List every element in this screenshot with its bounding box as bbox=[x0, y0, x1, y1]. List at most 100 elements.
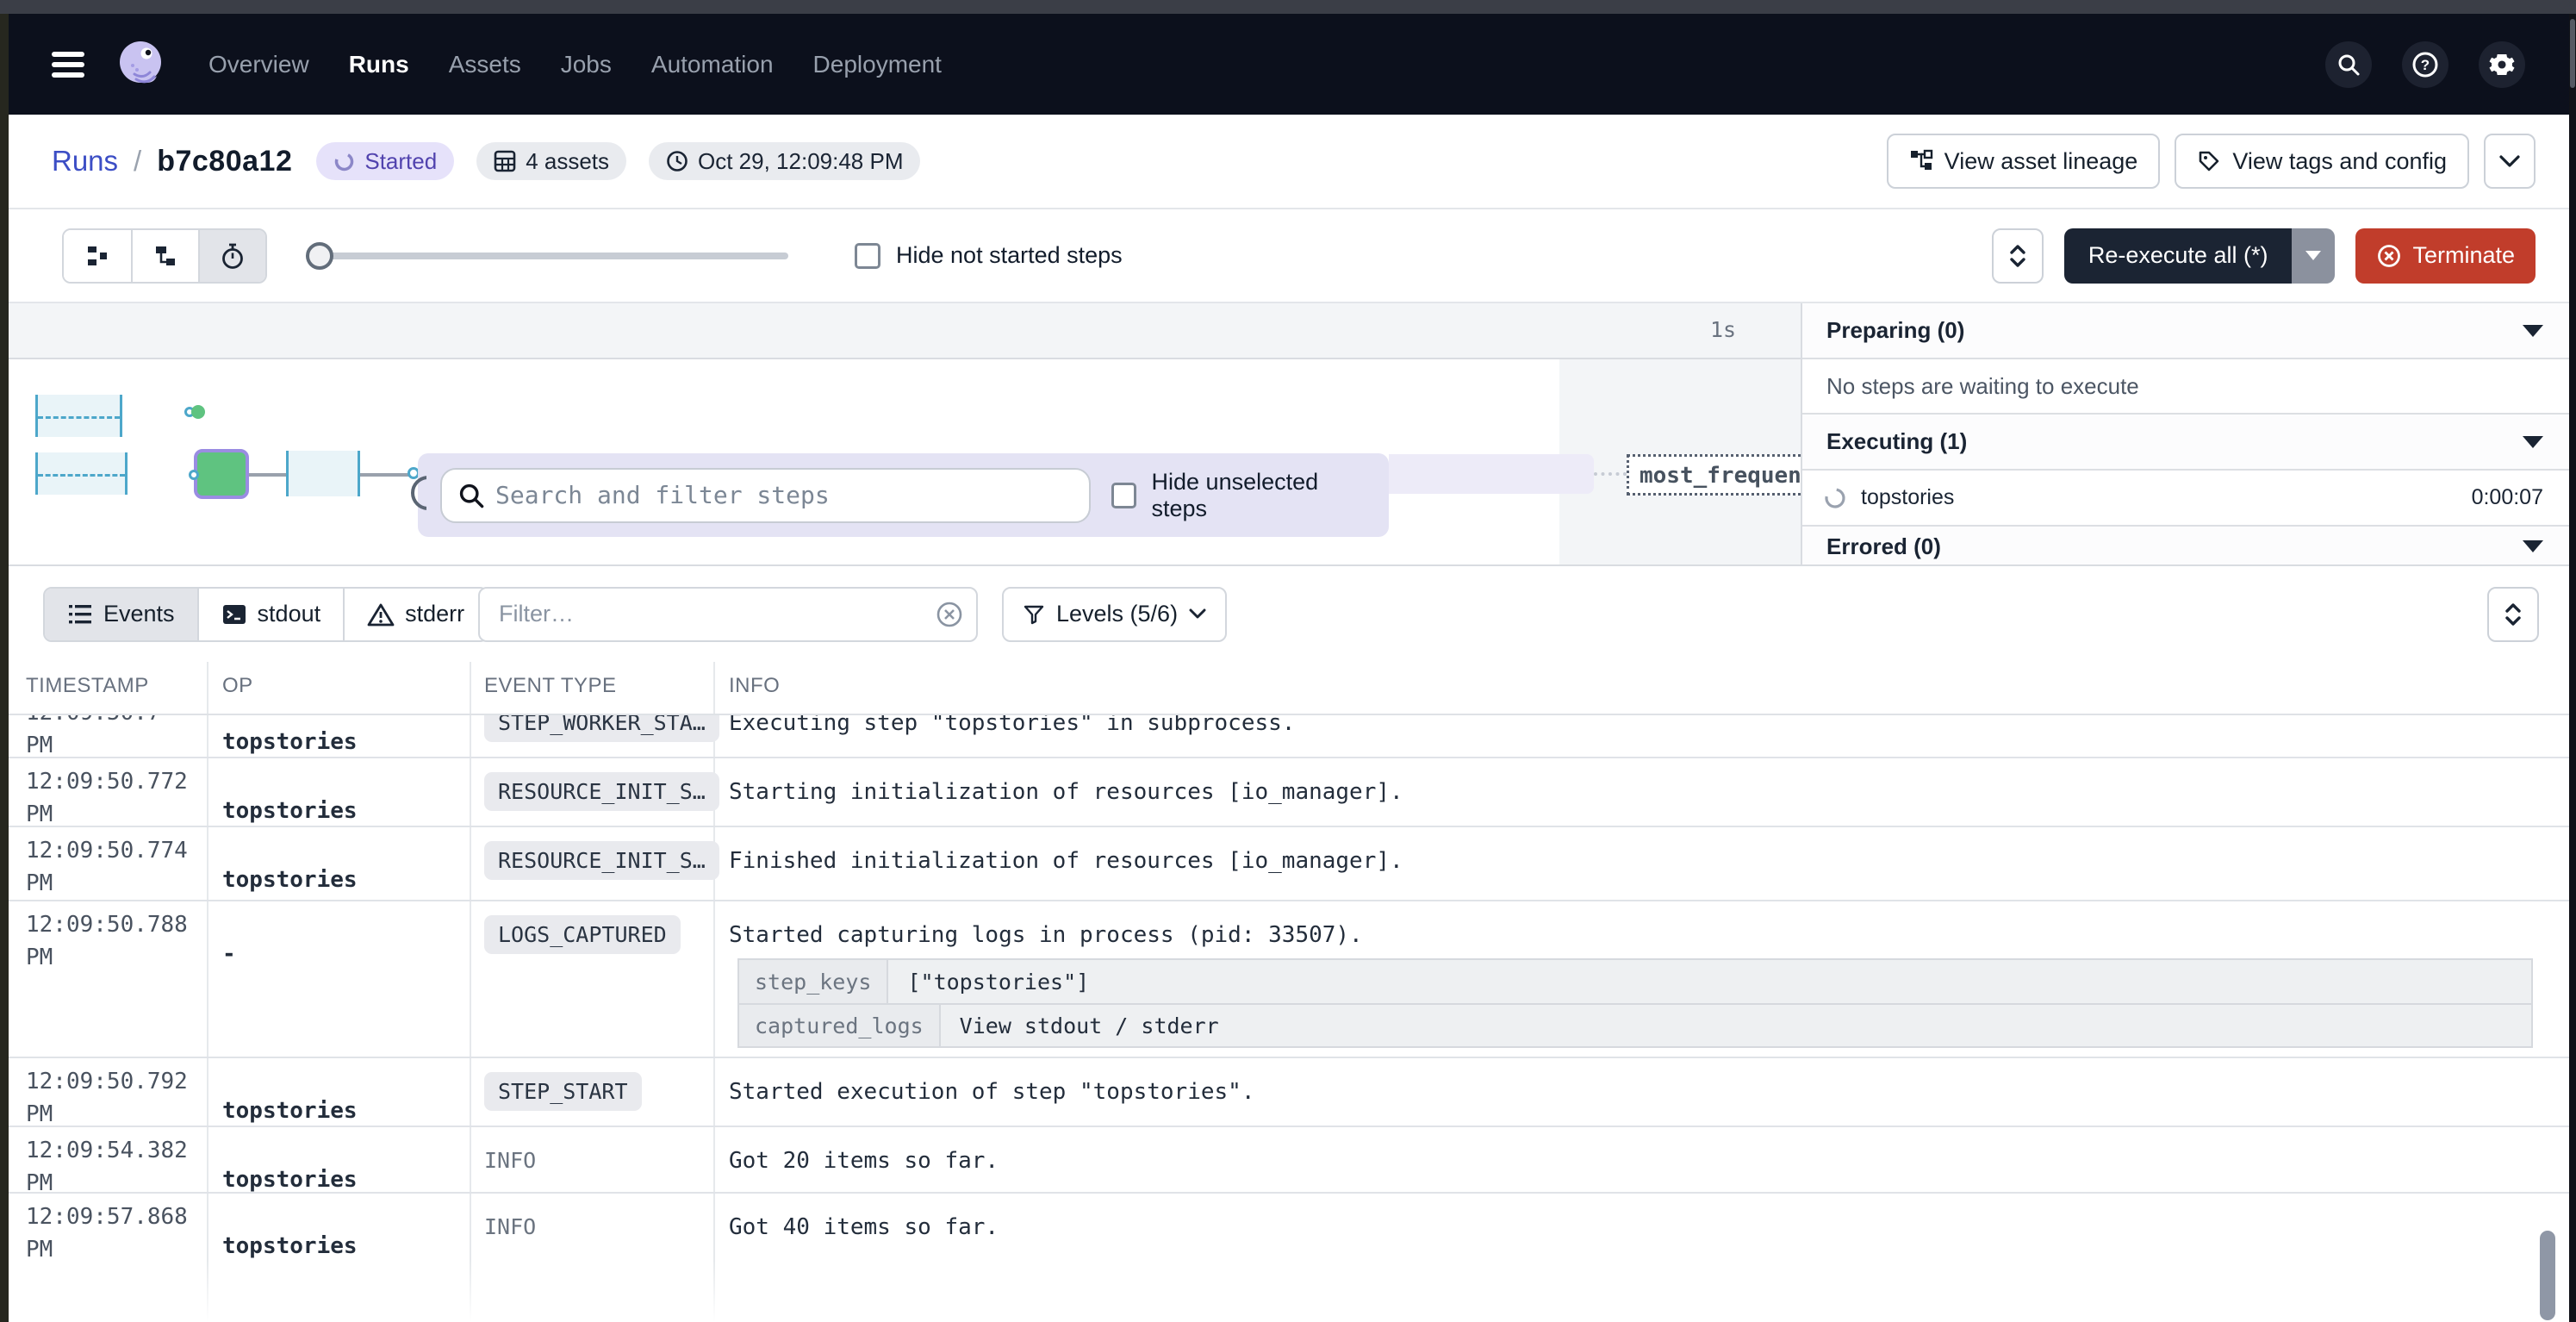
app-window: Overview Runs Assets Jobs Automation Dep… bbox=[9, 14, 2569, 1322]
event-op: topstories bbox=[222, 1233, 358, 1259]
nav-item-assets[interactable]: Assets bbox=[449, 51, 521, 78]
levels-dropdown[interactable]: Levels (5/6) bbox=[1002, 587, 1227, 642]
hide-unselected-checkbox-row[interactable]: Hide unselected steps bbox=[1111, 469, 1366, 522]
panel-section-executing[interactable]: Executing (1) bbox=[1802, 415, 2569, 471]
hide-not-started-checkbox[interactable] bbox=[855, 243, 880, 269]
gantt-step-skeleton-1[interactable] bbox=[35, 395, 122, 437]
view-tags-config-button[interactable]: View tags and config bbox=[2175, 134, 2469, 189]
gantt-step-skeleton-3[interactable] bbox=[286, 451, 360, 496]
collapse-triangle-icon bbox=[2523, 325, 2543, 337]
event-type-badge[interactable]: STEP_START bbox=[484, 1072, 642, 1111]
event-timestamp: 12:09:50.774PM bbox=[26, 834, 198, 900]
event-type-badge[interactable]: LOGS_CAPTURED bbox=[484, 915, 681, 954]
breadcrumb-separator: / bbox=[134, 145, 141, 178]
nav-item-overview[interactable]: Overview bbox=[208, 51, 309, 78]
zoom-slider-knob[interactable] bbox=[306, 242, 333, 270]
dagster-logo-icon[interactable] bbox=[112, 36, 169, 93]
gear-icon bbox=[2488, 51, 2516, 78]
event-row[interactable]: 12:09:50.772PM topstories RESOURCE_INIT_… bbox=[9, 758, 2569, 827]
tab-stderr[interactable]: stderr bbox=[343, 589, 487, 640]
metadata-value: ["topstories"] bbox=[888, 960, 1089, 1003]
event-op: - bbox=[222, 941, 236, 967]
column-divider bbox=[713, 662, 715, 714]
tab-events[interactable]: Events bbox=[45, 589, 197, 640]
event-row[interactable]: 12:09:50.7PM topstories STEP_WORKER_STA…… bbox=[9, 715, 2569, 758]
header-actions: View asset lineage View tags and config bbox=[1887, 134, 2536, 189]
event-op: topstories bbox=[222, 729, 358, 755]
event-row[interactable]: 12:09:50.788PM - LOGS_CAPTURED Started c… bbox=[9, 901, 2569, 1058]
event-info: Starting initialization of resources [io… bbox=[729, 779, 2535, 805]
event-info: Got 20 items so far. bbox=[729, 1148, 2535, 1174]
clear-filter-icon[interactable] bbox=[935, 600, 964, 629]
breadcrumb: Runs / b7c80a12 bbox=[52, 145, 292, 178]
browser-scrollbar-track[interactable] bbox=[2569, 14, 2576, 1322]
run-id: b7c80a12 bbox=[157, 145, 292, 178]
asset-grid-icon bbox=[494, 150, 516, 172]
window-chrome-strip bbox=[0, 0, 2576, 14]
executing-step-elapsed: 0:00:07 bbox=[2472, 485, 2543, 510]
event-row[interactable]: 12:09:50.774PM topstories RESOURCE_INIT_… bbox=[9, 827, 2569, 901]
step-status-panel: Preparing (0) No steps are waiting to ex… bbox=[1801, 303, 2569, 564]
col-info[interactable]: INFO bbox=[729, 674, 780, 698]
gantt-toolbar: Hide not started steps Re-execute all (*… bbox=[9, 209, 2569, 303]
status-badge: Started bbox=[316, 142, 454, 180]
nav-item-deployment[interactable]: Deployment bbox=[813, 51, 942, 78]
metadata-value-logs-link[interactable]: View stdout / stderr bbox=[941, 1005, 1219, 1046]
levels-label: Levels (5/6) bbox=[1056, 601, 1178, 627]
event-type-badge[interactable]: RESOURCE_INIT_S… bbox=[484, 772, 719, 811]
settings-button[interactable] bbox=[2479, 41, 2525, 88]
search-icon bbox=[2336, 53, 2361, 77]
event-row[interactable]: 12:09:50.792PM topstories STEP_START Sta… bbox=[9, 1058, 2569, 1127]
hamburger-menu-icon[interactable] bbox=[52, 52, 84, 78]
reexecute-dropdown-button[interactable] bbox=[2292, 228, 2335, 284]
terminate-button[interactable]: Terminate bbox=[2355, 228, 2536, 284]
nav-item-runs[interactable]: Runs bbox=[349, 51, 409, 78]
panel-section-errored[interactable]: Errored (0) bbox=[1802, 527, 2569, 566]
event-info: Started capturing logs in process (pid: … bbox=[729, 922, 2535, 948]
gantt-step-most-frequent[interactable]: most_frequent bbox=[1627, 454, 1801, 496]
help-button[interactable]: ? bbox=[2402, 41, 2448, 88]
event-metadata-table: step_keys ["topstories"] captured_logs V… bbox=[737, 958, 2533, 1048]
col-op[interactable]: OP bbox=[222, 674, 253, 698]
panel-resize-button[interactable] bbox=[1992, 228, 2044, 284]
event-type-plain: INFO bbox=[484, 1141, 536, 1180]
log-filter bbox=[478, 587, 978, 642]
event-info: Started execution of step "topstories". bbox=[729, 1079, 2535, 1105]
tab-stdout[interactable]: stdout bbox=[197, 589, 344, 640]
reexecute-all-button[interactable]: Re-execute all (*) bbox=[2064, 228, 2293, 284]
events-scrollbar-thumb[interactable] bbox=[2540, 1231, 2555, 1320]
event-type-badge[interactable]: RESOURCE_INIT_S… bbox=[484, 841, 719, 880]
event-row[interactable]: 12:09:54.382PM topstories INFO Got 20 it… bbox=[9, 1127, 2569, 1194]
gantt-step-topstories[interactable] bbox=[194, 449, 249, 499]
executing-step-row[interactable]: topstories 0:00:07 bbox=[1802, 471, 2569, 527]
nav-item-jobs[interactable]: Jobs bbox=[561, 51, 612, 78]
funnel-icon bbox=[1023, 603, 1045, 626]
view-mode-waterfall-button[interactable] bbox=[131, 230, 198, 282]
view-mode-flat-button[interactable] bbox=[64, 230, 131, 282]
terminate-label: Terminate bbox=[2412, 242, 2515, 269]
panel-section-preparing[interactable]: Preparing (0) bbox=[1802, 303, 2569, 359]
search-button[interactable] bbox=[2325, 41, 2372, 88]
hide-not-started-checkbox-row[interactable]: Hide not started steps bbox=[855, 242, 1123, 269]
collapse-triangle-icon bbox=[2523, 436, 2543, 448]
event-type-badge[interactable]: STEP_WORKER_STA… bbox=[484, 715, 719, 742]
expand-log-button[interactable] bbox=[2487, 587, 2539, 642]
breadcrumb-runs-link[interactable]: Runs bbox=[52, 145, 118, 178]
zoom-slider[interactable] bbox=[306, 253, 788, 259]
nav-item-automation[interactable]: Automation bbox=[651, 51, 774, 78]
step-search-input[interactable] bbox=[440, 468, 1091, 523]
hide-unselected-checkbox[interactable] bbox=[1111, 483, 1136, 508]
gantt-step-skeleton-2[interactable] bbox=[35, 452, 128, 495]
gantt-chart[interactable]: 1s most_frequent bbox=[9, 303, 1801, 564]
browser-scrollbar-thumb[interactable] bbox=[2570, 19, 2575, 88]
col-timestamp[interactable]: TIMESTAMP bbox=[26, 674, 149, 698]
view-asset-lineage-button[interactable]: View asset lineage bbox=[1887, 134, 2161, 189]
col-event-type[interactable]: EVENT TYPE bbox=[484, 674, 617, 698]
log-filter-input[interactable] bbox=[478, 587, 978, 642]
completed-marker-dot[interactable] bbox=[191, 405, 205, 419]
header-more-button[interactable] bbox=[2484, 134, 2536, 189]
events-table-body[interactable]: 12:09:50.7PM topstories STEP_WORKER_STA…… bbox=[9, 715, 2569, 1322]
event-row[interactable]: 12:09:57.868PM topstories INFO Got 40 it… bbox=[9, 1194, 2569, 1322]
view-mode-timed-button[interactable] bbox=[198, 230, 265, 282]
assets-count-badge[interactable]: 4 assets bbox=[476, 142, 626, 180]
